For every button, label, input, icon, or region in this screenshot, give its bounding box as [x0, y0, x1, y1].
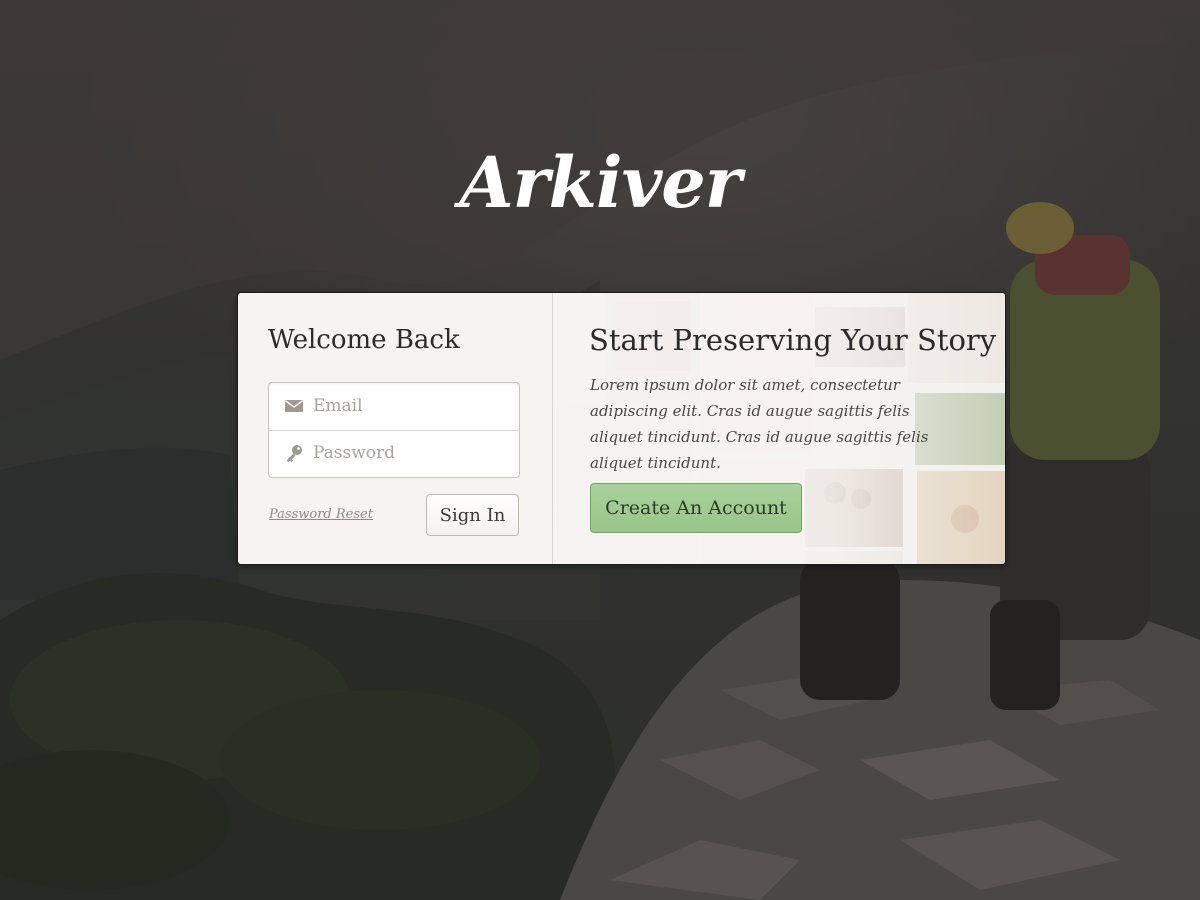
envelope-icon — [284, 396, 304, 416]
password-input[interactable] — [313, 438, 509, 468]
key-icon — [284, 443, 304, 463]
promo-description: Lorem ipsum dolor sit amet, consectetur … — [590, 376, 929, 472]
email-field-row — [269, 383, 519, 431]
email-input[interactable] — [313, 391, 509, 421]
arkiver-logo: Arkiver — [459, 141, 741, 224]
auth-card: Welcome Back Email Password Reset Sign I… — [237, 292, 1006, 565]
signup-promo-panel: Start Preserving Your Story Lorem ipsum … — [553, 293, 1005, 564]
signin-title: Welcome Back — [268, 325, 460, 355]
create-account-button[interactable]: Create An Account — [590, 483, 802, 533]
password-reset-link[interactable]: Password Reset — [269, 507, 373, 522]
signin-panel: Welcome Back Email Password Reset Sign I… — [238, 293, 553, 564]
sign-in-button[interactable]: Sign In — [426, 494, 519, 536]
password-field-row — [269, 430, 519, 477]
signin-fields — [268, 382, 520, 478]
promo-title: Start Preserving Your Story — [589, 323, 997, 357]
